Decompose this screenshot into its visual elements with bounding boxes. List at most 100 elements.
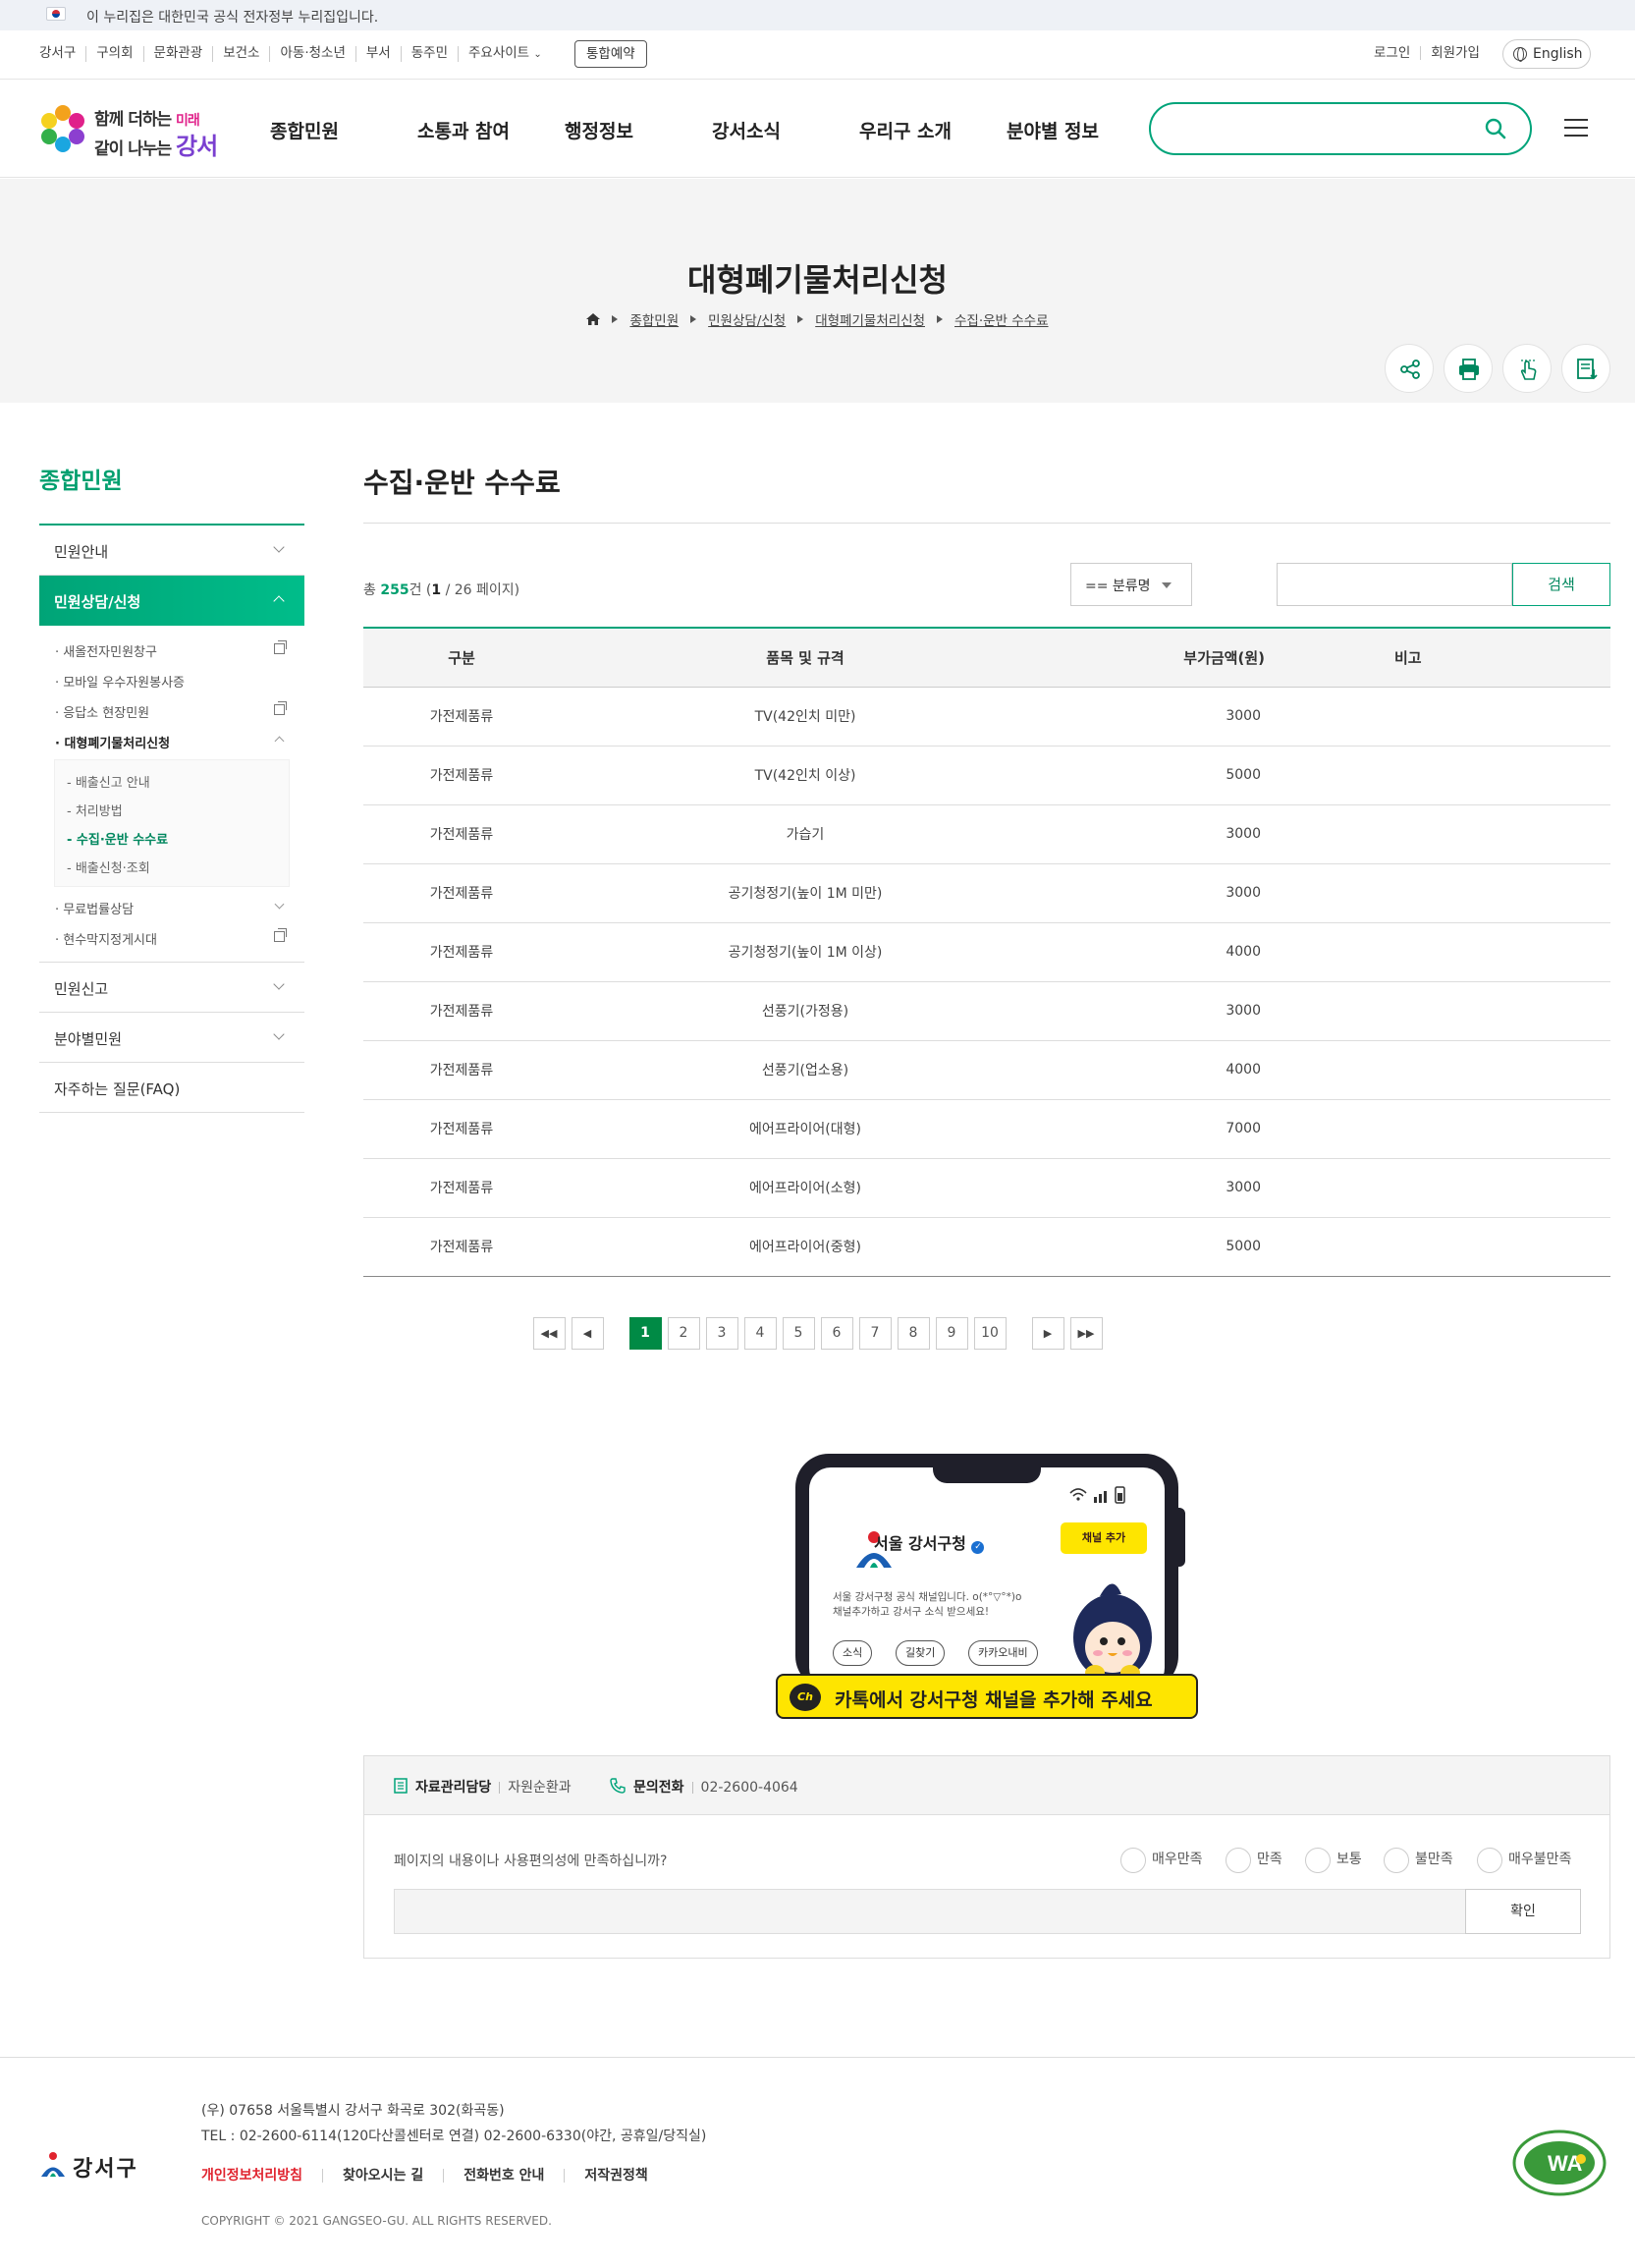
menu-icon[interactable]: [1564, 119, 1588, 137]
breadcrumb-item[interactable]: 수집·운반 수수료: [954, 309, 1049, 329]
join-link[interactable]: 회원가입: [1420, 46, 1490, 60]
site-link[interactable]: 문화관광: [142, 46, 213, 62]
table-cell: 5000: [1051, 1217, 1286, 1277]
last-page-button[interactable]: ▶▶: [1069, 1317, 1103, 1350]
logo-text: 같이 나누는: [94, 139, 177, 159]
phone-directory-link[interactable]: 전화번호 안내: [443, 2169, 564, 2183]
survey-comment-input[interactable]: [394, 1889, 1466, 1934]
channel-add-button: 채널 추가: [1061, 1522, 1147, 1554]
site-link[interactable]: 강서구: [39, 46, 85, 62]
kakao-channel-banner[interactable]: 서울 강서구청 ✓ 채널 추가 서울 강서구청 공식 채널입니다. o(*°▽°…: [776, 1454, 1203, 1724]
page-number[interactable]: 6: [820, 1317, 853, 1350]
chevron-down-icon: [273, 978, 285, 990]
survey-option[interactable]: 불만족: [1384, 1848, 1453, 1873]
table-cell: [1286, 922, 1610, 982]
third-menu-item[interactable]: - 배출신고 안내: [55, 766, 289, 795]
sidebar-item[interactable]: 분야별민원: [39, 1013, 304, 1063]
submenu-item[interactable]: · 무료법률상담: [39, 891, 304, 921]
page-number[interactable]: 10: [973, 1317, 1007, 1350]
search-icon[interactable]: [1485, 118, 1506, 139]
privacy-policy-link[interactable]: 개인정보처리방침: [201, 2169, 322, 2183]
survey-option[interactable]: 매우만족: [1120, 1848, 1203, 1873]
site-link[interactable]: 구의회: [85, 46, 142, 62]
copyright-policy-link[interactable]: 저작권정책: [564, 2169, 667, 2183]
page-number[interactable]: 7: [858, 1317, 892, 1350]
reserve-button[interactable]: 통합예약: [574, 40, 647, 68]
survey-confirm-button[interactable]: 확인: [1465, 1889, 1581, 1934]
sidebar-item-active[interactable]: 민원상담/신청: [39, 576, 304, 626]
table-cell: 7000: [1051, 1099, 1286, 1159]
gnb-item[interactable]: 우리구 소개: [859, 117, 952, 143]
search-button[interactable]: 검색: [1512, 563, 1610, 606]
site-link[interactable]: 부서: [354, 46, 401, 62]
share-button[interactable]: [1385, 344, 1434, 393]
breadcrumb-item[interactable]: 종합민원: [629, 309, 679, 329]
table-cell: 에어프라이어(대형): [560, 1099, 1051, 1159]
table-cell: 5000: [1051, 746, 1286, 805]
first-page-button[interactable]: ◀◀: [532, 1317, 566, 1350]
survey-option[interactable]: 만족: [1226, 1848, 1282, 1873]
keyword-input[interactable]: [1277, 563, 1512, 606]
print-button[interactable]: [1444, 344, 1493, 393]
gnb-item[interactable]: 강서소식: [712, 117, 781, 143]
page-number[interactable]: 8: [897, 1317, 930, 1350]
submenu-item[interactable]: · 응답소 현장민원: [39, 694, 304, 725]
home-icon[interactable]: [586, 313, 601, 325]
gnb-item[interactable]: 종합민원: [270, 117, 339, 143]
gov-banner-text: 이 누리집은 대한민국 공식 전자정부 누리집입니다.: [86, 10, 379, 26]
page-number[interactable]: 2: [667, 1317, 700, 1350]
page-number[interactable]: 4: [743, 1317, 777, 1350]
breadcrumb-item[interactable]: 민원상담/신청: [708, 309, 786, 329]
table-cell: [1286, 746, 1610, 805]
page-number[interactable]: 3: [705, 1317, 738, 1350]
table-cell: 가습기: [560, 804, 1051, 864]
chevron-down-icon: [273, 1028, 285, 1040]
table-cell: 4000: [1051, 1040, 1286, 1100]
gnb-item[interactable]: 분야별 정보: [1007, 117, 1099, 143]
site-link[interactable]: 동주민: [400, 46, 458, 62]
channel-chip: 길찾기: [896, 1640, 946, 1666]
breadcrumb-item[interactable]: 대형폐기물처리신청: [815, 309, 925, 329]
site-link[interactable]: 보건소: [212, 46, 269, 62]
phone-icon: [610, 1778, 626, 1794]
sidebar-item[interactable]: 민원신고: [39, 963, 304, 1013]
survey-option[interactable]: 매우불만족: [1477, 1848, 1571, 1873]
table-cell: 가전제품류: [363, 981, 560, 1041]
login-link[interactable]: 로그인: [1374, 46, 1420, 60]
page-number[interactable]: 9: [935, 1317, 968, 1350]
table-cell: 4000: [1051, 922, 1286, 982]
table-cell: 에어프라이어(소형): [560, 1158, 1051, 1218]
submenu-item-current[interactable]: · 대형폐기물처리신청: [39, 725, 304, 755]
site-link[interactable]: 아동·청소년: [269, 46, 354, 62]
major-sites-dropdown[interactable]: 주요사이트 ⌄: [458, 46, 552, 62]
submenu-item[interactable]: · 새올전자민원창구: [39, 634, 304, 664]
printer-icon: [1459, 359, 1479, 380]
gnb-item[interactable]: 행정정보: [565, 117, 633, 143]
gov-banner: 이 누리집은 대한민국 공식 전자정부 누리집입니다.: [0, 0, 1635, 30]
gnb-item[interactable]: 소통과 참여: [417, 117, 510, 143]
language-button[interactable]: English: [1502, 39, 1591, 69]
submenu-item[interactable]: · 현수막지정게시대: [39, 921, 304, 952]
language-label: English: [1533, 46, 1583, 62]
table-cell: [1286, 863, 1610, 923]
sidebar-item[interactable]: 민원안내: [39, 526, 304, 576]
page-number-current[interactable]: 1: [628, 1317, 662, 1350]
site-logo[interactable]: 함께 더하는 미래 같이 나누는 강서: [37, 99, 234, 160]
third-menu-item[interactable]: - 처리방법: [55, 795, 289, 823]
sidebar-item[interactable]: 자주하는 질문(FAQ): [39, 1063, 304, 1113]
page-number[interactable]: 5: [782, 1317, 815, 1350]
touch-guide-button[interactable]: [1502, 344, 1552, 393]
prev-page-button[interactable]: ◀: [571, 1317, 604, 1350]
submenu-item[interactable]: · 모바일 우수자원봉사증: [39, 664, 304, 694]
table-cell: 에어프라이어(중형): [560, 1217, 1051, 1277]
channel-chip: 소식: [833, 1640, 873, 1666]
next-page-button[interactable]: ▶: [1031, 1317, 1064, 1350]
search-input[interactable]: [1171, 114, 1465, 143]
category-select[interactable]: == 분류명: [1070, 563, 1192, 606]
survey-option[interactable]: 보통: [1305, 1848, 1362, 1873]
third-menu-item-current[interactable]: - 수집·운반 수수료: [55, 823, 289, 852]
web-accessibility-mark: WA: [1510, 2130, 1608, 2196]
download-button[interactable]: [1561, 344, 1610, 393]
third-menu-item[interactable]: - 배출신청·조회: [55, 852, 289, 880]
directions-link[interactable]: 찾아오시는 길: [322, 2169, 443, 2183]
